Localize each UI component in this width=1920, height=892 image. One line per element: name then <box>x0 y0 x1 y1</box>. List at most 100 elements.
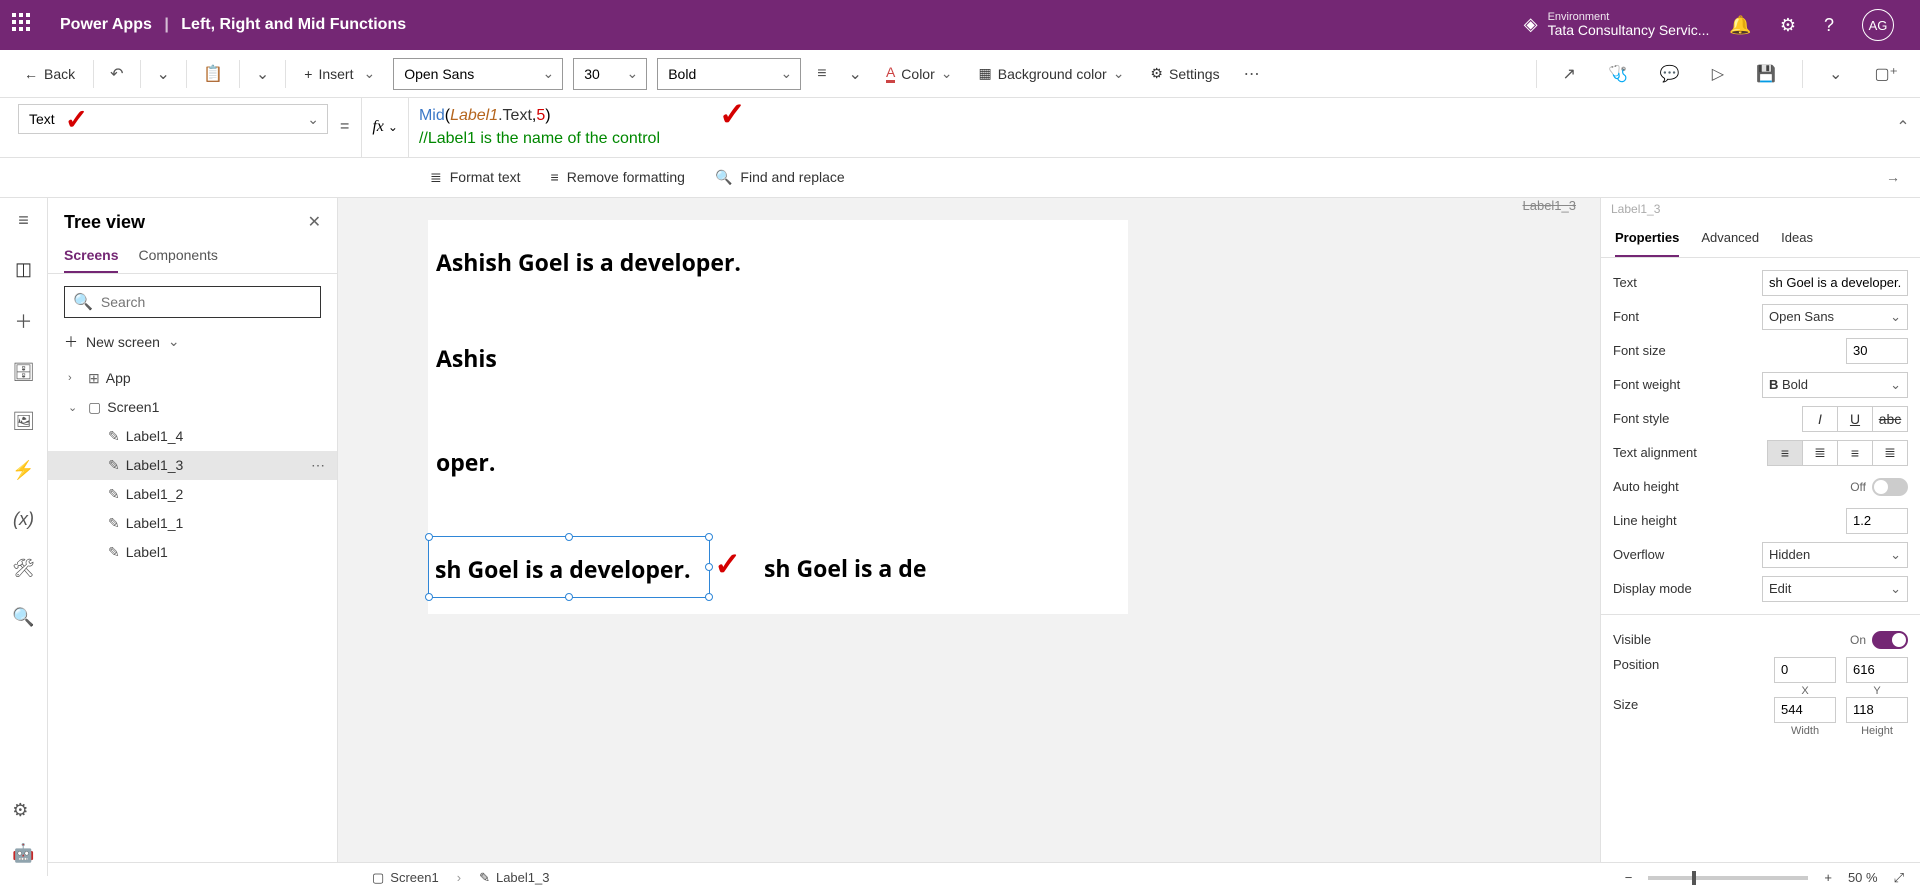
canvas-label-left[interactable]: Ashis <box>436 342 497 374</box>
insert-button[interactable]: +Insert⌄ <box>296 61 383 86</box>
tab-components[interactable]: Components <box>138 239 217 273</box>
design-canvas[interactable]: Ashish Goel is a developer. Ashis oper. … <box>428 220 1128 614</box>
tree-item-app[interactable]: ›⊞App <box>48 364 337 393</box>
props-tab-ideas[interactable]: Ideas <box>1781 224 1813 257</box>
tree-item-label[interactable]: ✎Label1 <box>48 538 337 567</box>
search-icon[interactable]: 🔍 <box>12 607 34 628</box>
prop-display-mode-select[interactable]: Edit <box>1762 576 1908 602</box>
tree-item-label[interactable]: ✎Label1_4 <box>48 422 337 451</box>
back-button[interactable]: ←Back <box>16 62 83 86</box>
settings-button[interactable]: ⚙Settings <box>1142 61 1227 86</box>
italic-button[interactable]: I <box>1802 406 1838 432</box>
canvas-label-full[interactable]: Ashish Goel is a developer. <box>436 246 741 278</box>
auto-height-toggle[interactable] <box>1872 478 1908 496</box>
media-icon[interactable]: 🖼 <box>12 411 35 432</box>
font-weight-select[interactable]: Bold <box>657 58 801 90</box>
prop-font-size-input[interactable] <box>1846 338 1908 364</box>
settings-gear-icon[interactable]: ⚙ <box>1780 15 1796 36</box>
background-color-button[interactable]: ▦Background color⌄ <box>971 61 1133 86</box>
environment-selector[interactable]: ◈ Environment Tata Consultancy Servic... <box>1524 11 1710 38</box>
variables-icon[interactable]: (x) <box>13 509 34 530</box>
breadcrumb-screen[interactable]: ▢Screen1 <box>372 870 439 886</box>
zoom-value: 50 % <box>1848 870 1878 885</box>
tree-item-label[interactable]: ✎Label1_2 <box>48 480 337 509</box>
save-icon[interactable]: 💾 <box>1750 60 1782 88</box>
new-screen-button[interactable]: ＋New screen⌄ <box>48 326 337 358</box>
paste-button[interactable]: 📋 <box>197 60 229 88</box>
advanced-tools-icon[interactable]: 🛠 <box>12 558 35 579</box>
tab-screens[interactable]: Screens <box>64 239 118 273</box>
undo-button[interactable]: ↶ <box>104 60 129 88</box>
color-button[interactable]: AColor⌄ <box>878 60 961 87</box>
props-tab-advanced[interactable]: Advanced <box>1701 224 1759 257</box>
undo-dropdown[interactable]: ⌄ <box>151 60 176 88</box>
align-right-button[interactable]: ≡ <box>1837 440 1873 466</box>
align-center-button[interactable]: ≣ <box>1802 440 1838 466</box>
tree-item-label[interactable]: ✎Label1_3⋯ <box>48 451 337 480</box>
tree-search[interactable]: 🔍 <box>64 286 321 318</box>
prop-pos-y-input[interactable] <box>1846 657 1908 683</box>
align-icon[interactable]: ≡ <box>811 61 832 87</box>
find-replace-button[interactable]: 🔍Find and replace <box>715 169 845 186</box>
strikethrough-button[interactable]: abc <box>1872 406 1908 432</box>
ask-virtual-agent-icon[interactable]: 🤖 <box>12 843 34 864</box>
property-selector[interactable]: Text ✓ <box>18 104 328 134</box>
add-app-icon[interactable]: ▢⁺ <box>1868 60 1904 88</box>
data-icon[interactable]: 🗄 <box>12 362 35 383</box>
align-dropdown[interactable]: ⌄ <box>843 60 868 88</box>
tree-item-more-icon[interactable]: ⋯ <box>311 457 327 474</box>
settings-rail-icon[interactable]: ⚙ <box>12 800 34 821</box>
close-panel-icon[interactable]: ✕ <box>308 212 321 232</box>
canvas-area[interactable]: Label1_3 Ashish Goel is a developer. Ash… <box>338 198 1600 876</box>
selection-box[interactable]: sh Goel is a developer. ✓ <box>428 536 710 598</box>
formula-bar[interactable]: Mid(Label1.Text,5) ✓ //Label1 is the nam… <box>409 98 1886 157</box>
align-justify-button[interactable]: ≣ <box>1872 440 1908 466</box>
preview-icon[interactable]: ▷ <box>1706 60 1730 88</box>
prop-font-weight-select[interactable]: B Bold <box>1762 372 1908 398</box>
overflow-menu-icon[interactable]: ⋯ <box>1238 60 1266 88</box>
prop-font-select[interactable]: Open Sans <box>1762 304 1908 330</box>
zoom-out-button[interactable]: − <box>1625 870 1633 885</box>
expand-formula-icon[interactable]: ⌃ <box>1886 98 1920 157</box>
prop-overflow-select[interactable]: Hidden <box>1762 542 1908 568</box>
prop-text-input[interactable] <box>1762 270 1908 296</box>
user-avatar[interactable]: AG <box>1862 9 1894 41</box>
font-select[interactable]: Open Sans <box>393 58 563 90</box>
align-left-button[interactable]: ≡ <box>1767 440 1803 466</box>
underline-button[interactable]: U <box>1837 406 1873 432</box>
breadcrumb-control[interactable]: ✎Label1_3 <box>479 870 549 886</box>
insert-icon[interactable]: ＋ <box>15 308 33 334</box>
environment-label: Environment <box>1548 11 1710 23</box>
zoom-slider[interactable] <box>1648 876 1808 880</box>
comments-icon[interactable]: 💬 <box>1654 60 1686 88</box>
canvas-label-mid2[interactable]: sh Goel is a de <box>764 552 926 584</box>
props-tab-properties[interactable]: Properties <box>1615 224 1679 257</box>
share-icon[interactable]: ↗ <box>1557 60 1582 88</box>
canvas-label-mid-selected[interactable]: sh Goel is a developer. <box>435 553 691 585</box>
prop-height-input[interactable] <box>1846 697 1908 723</box>
tree-search-input[interactable] <box>101 294 312 310</box>
hamburger-icon[interactable]: ≡ <box>18 210 29 231</box>
tree-item-screen[interactable]: ⌄▢Screen1 <box>48 393 337 422</box>
publish-dropdown-icon[interactable]: ⌄ <box>1823 60 1848 88</box>
prop-width-input[interactable] <box>1774 697 1836 723</box>
font-size-input[interactable]: 30 <box>573 58 647 90</box>
tree-item-label[interactable]: ✎Label1_1 <box>48 509 337 538</box>
tree-view-icon[interactable]: ◫ <box>15 259 32 280</box>
prop-line-height-input[interactable] <box>1846 508 1908 534</box>
format-text-button[interactable]: ≣Format text <box>430 169 521 186</box>
remove-formatting-button[interactable]: ≡Remove formatting <box>551 169 685 185</box>
notifications-icon[interactable]: 🔔 <box>1729 15 1751 36</box>
app-checker-icon[interactable]: 🩺 <box>1602 60 1634 88</box>
help-icon[interactable]: ? <box>1824 15 1834 36</box>
visible-toggle[interactable] <box>1872 631 1908 649</box>
fit-to-window-button[interactable]: ⤢ <box>1894 870 1904 886</box>
fx-button[interactable]: fx <box>361 98 409 157</box>
prop-pos-x-input[interactable] <box>1774 657 1836 683</box>
paste-dropdown[interactable]: ⌄ <box>250 60 275 88</box>
canvas-label-right[interactable]: oper. <box>436 446 495 478</box>
zoom-in-button[interactable]: + <box>1824 870 1832 885</box>
waffle-icon[interactable] <box>12 13 36 37</box>
power-automate-icon[interactable]: ⚡ <box>12 460 34 481</box>
formula-tools-next-icon[interactable]: → <box>1866 169 1920 185</box>
